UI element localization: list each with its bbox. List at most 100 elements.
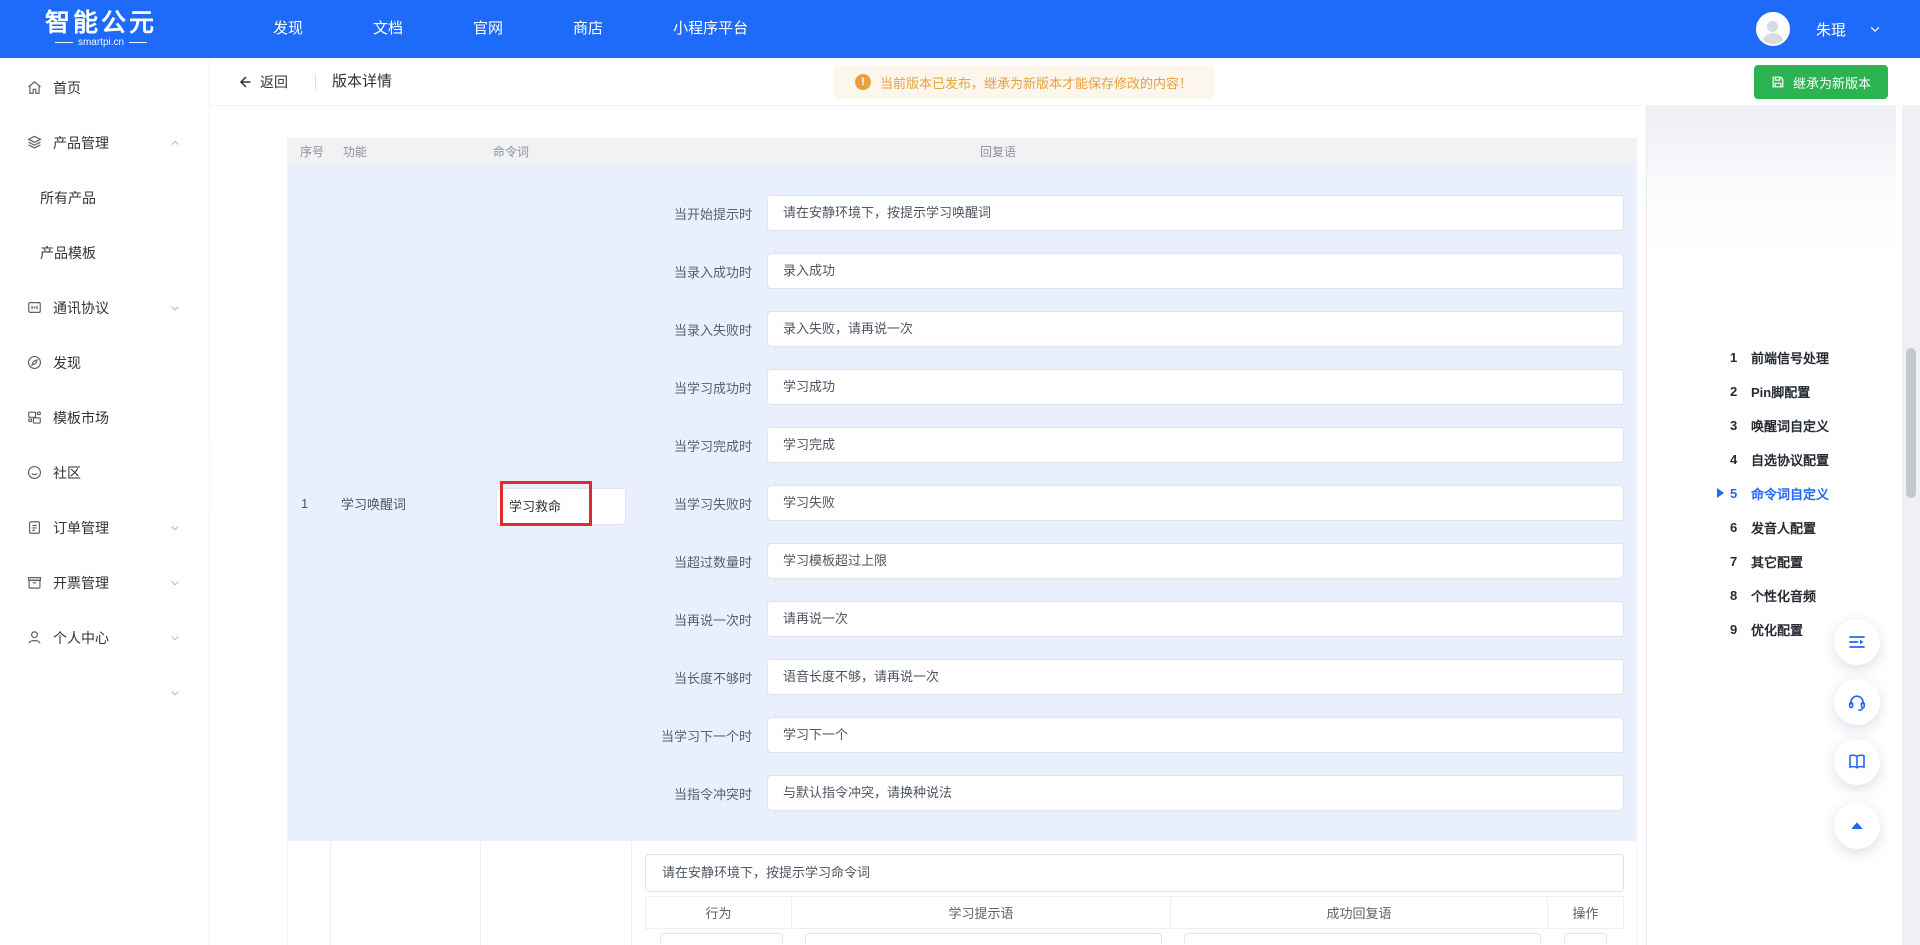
col-header-index: 序号 (288, 143, 331, 160)
catalog-fab-button[interactable] (1834, 619, 1880, 665)
reply-input[interactable]: 请在安静环境下，按提示学习唤醒词 (767, 195, 1624, 231)
topnav-item-1[interactable]: 文档 (338, 0, 438, 58)
pending-row-content: 请在安静环境下，按提示学习命令词 行为学习提示语成功回复语操作 (632, 841, 1636, 945)
sidebar-item-开票管理[interactable]: 开票管理 (0, 555, 209, 610)
reply-condition-label: 当学习成功时 (632, 378, 752, 397)
sidebar-item-label: 发现 (53, 353, 81, 373)
reply-list: 当开始提示时请在安静环境下，按提示学习唤醒词当录入成功时录入成功当录入失败时录入… (632, 165, 1636, 841)
row-function: 学习唤醒词 (331, 494, 481, 513)
command-word-input[interactable]: 学习救命 (496, 488, 626, 525)
reply-input[interactable]: 与默认指令冲突，请换种说法 (767, 775, 1624, 811)
section-anchor-nav: 1前端信号处理2Pin脚配置3唤醒词自定义4自选协议配置5命令词自定义 6 发音人配… (1730, 340, 1829, 646)
learn-prompt-text-input[interactable] (805, 933, 1162, 943)
market-icon (26, 409, 44, 427)
reply-input[interactable]: 录入失败，请再说一次 (767, 311, 1624, 347)
chevron-down-icon[interactable] (1868, 22, 1882, 36)
reply-input[interactable]: 学习成功 (767, 369, 1624, 405)
sidebar-item-label: 模板市场 (53, 408, 109, 428)
headset-fab-button[interactable] (1834, 679, 1880, 725)
reply-condition-label: 当学习完成时 (632, 436, 752, 455)
sidebar-item-个人中心[interactable]: 个人中心 (0, 610, 209, 665)
table-row: 1 学习唤醒词 学习救命 当开始提示时请在安静环境下，按提示学习唤醒词当录入成功… (288, 165, 1636, 841)
reply-condition-label: 当超过数量时 (632, 552, 752, 571)
sidebar-item-通讯协议[interactable]: 通讯协议 (0, 280, 209, 335)
anchor-item-其它配置[interactable]: 7其它配置 (1730, 544, 1829, 578)
book-fab-button[interactable] (1834, 739, 1880, 785)
page-scrollbar-thumb[interactable] (1906, 348, 1916, 498)
reply-condition-label: 当指令冲突时 (632, 784, 752, 803)
back-button[interactable]: 返回 (237, 58, 288, 106)
command-word-table: 序号 功能 命令词 回复语 1 学习唤醒词 学习救命 当开始提示时请在安静环境下… (287, 138, 1637, 945)
reply-input[interactable]: 录入成功 (767, 253, 1624, 289)
inherit-new-version-button[interactable]: 继承为新版本 (1754, 65, 1888, 99)
nested-col-header-2: 成功回复语 (1171, 896, 1548, 929)
topnav-item-3[interactable]: 商店 (538, 0, 638, 58)
sidebar-item-label: 通讯协议 (53, 298, 109, 318)
anchor-number: 9 (1730, 622, 1742, 637)
nested-input-row (645, 929, 1624, 943)
reply-row: 当录入成功时录入成功 (632, 253, 1624, 289)
sidebar-item-产品模板[interactable]: 产品模板 (0, 225, 209, 280)
nested-col-header-0: 行为 (645, 896, 792, 929)
chevron-down-icon (169, 522, 181, 534)
chevron-up-icon (169, 137, 181, 149)
sidebar-item-产品管理[interactable]: 产品管理 (0, 115, 209, 170)
learn-prompt-input[interactable]: 请在安静环境下，按提示学习命令词 (645, 854, 1624, 892)
sidebar-item-label: 个人中心 (53, 628, 109, 648)
anchor-number: 6 (1730, 520, 1742, 535)
page-title: 版本详情 (332, 58, 392, 106)
anchor-item-前端信号处理[interactable]: 1前端信号处理 (1730, 340, 1829, 374)
reply-input[interactable]: 学习下一个 (767, 717, 1624, 753)
anchor-label: Pin脚配置 (1751, 382, 1810, 401)
reply-input[interactable]: 请再说一次 (767, 601, 1624, 637)
topnav-item-2[interactable]: 官网 (438, 0, 538, 58)
anchor-item-个性化音频[interactable]: 8个性化音频 (1730, 578, 1829, 612)
sidebar-item-订单管理[interactable]: 订单管理 (0, 500, 209, 555)
anchor-item-发音人配置[interactable]: 6 发音人配置 (1730, 510, 1829, 544)
reply-input[interactable]: 学习失败 (767, 485, 1624, 521)
user-avatar[interactable] (1756, 12, 1790, 46)
anchor-label: 优化配置 (1751, 620, 1803, 639)
sidebar-item-label: 所有产品 (40, 188, 96, 208)
behavior-input[interactable] (660, 933, 783, 943)
anchor-item-命令词自定义[interactable]: 5命令词自定义 (1730, 476, 1829, 510)
sidebar-item-所有产品[interactable]: 所有产品 (0, 170, 209, 225)
sidebar-item-collapsed[interactable] (0, 665, 209, 720)
warning-icon: ! (855, 74, 871, 90)
header-divider (315, 74, 316, 90)
home-icon (26, 79, 44, 97)
sidebar-item-社区[interactable]: 社区 (0, 445, 209, 500)
anchor-number: 1 (1730, 350, 1742, 365)
anchor-label: 发音人配置 (1751, 518, 1816, 537)
profile-icon (26, 629, 44, 647)
reply-row: 当指令冲突时与默认指令冲突，请换种说法 (632, 775, 1624, 811)
success-reply-input[interactable] (1184, 933, 1541, 943)
anchor-label: 唤醒词自定义 (1751, 416, 1829, 435)
nested-table-header: 行为学习提示语成功回复语操作 (645, 896, 1624, 929)
username[interactable]: 朱琨 (1816, 19, 1846, 40)
reply-input[interactable]: 语音长度不够，请再说一次 (767, 659, 1624, 695)
anchor-item-Pin脚配置[interactable]: 2Pin脚配置 (1730, 374, 1829, 408)
book-icon (1846, 751, 1868, 773)
topnav-item-0[interactable]: 发现 (238, 0, 338, 58)
sidebar-item-发现[interactable]: 发现 (0, 335, 209, 390)
sidebar-item-模板市场[interactable]: 模板市场 (0, 390, 209, 445)
anchor-item-优化配置[interactable]: 9 优化配置 (1730, 612, 1829, 646)
anchor-number: 4 (1730, 452, 1742, 467)
anchor-item-唤醒词自定义[interactable]: 3唤醒词自定义 (1730, 408, 1829, 442)
reply-input[interactable]: 学习模板超过上限 (767, 543, 1624, 579)
orders-icon (26, 519, 44, 537)
reply-input[interactable]: 学习完成 (767, 427, 1624, 463)
anchor-number: 7 (1730, 554, 1742, 569)
back-to-top-fab-button[interactable] (1834, 803, 1880, 849)
action-cell[interactable] (1564, 933, 1607, 943)
logo[interactable]: 智能公元 smartpi.cn (36, 10, 166, 48)
topnav-item-4[interactable]: 小程序平台 (638, 0, 783, 58)
sidebar-item-首页[interactable]: 首页 (0, 60, 209, 115)
topbar: 智能公元 smartpi.cn 发现文档官网商店小程序平台 朱琨 (0, 0, 1920, 58)
sidebar-item-label: 社区 (53, 463, 81, 483)
anchor-label: 命令词自定义 (1751, 484, 1829, 503)
top-nav: 发现文档官网商店小程序平台 (238, 0, 783, 58)
anchor-item-自选协议配置[interactable]: 4自选协议配置 (1730, 442, 1829, 476)
main-content: 序号 功能 命令词 回复语 1 学习唤醒词 学习救命 当开始提示时请在安静环境下… (210, 106, 1646, 945)
